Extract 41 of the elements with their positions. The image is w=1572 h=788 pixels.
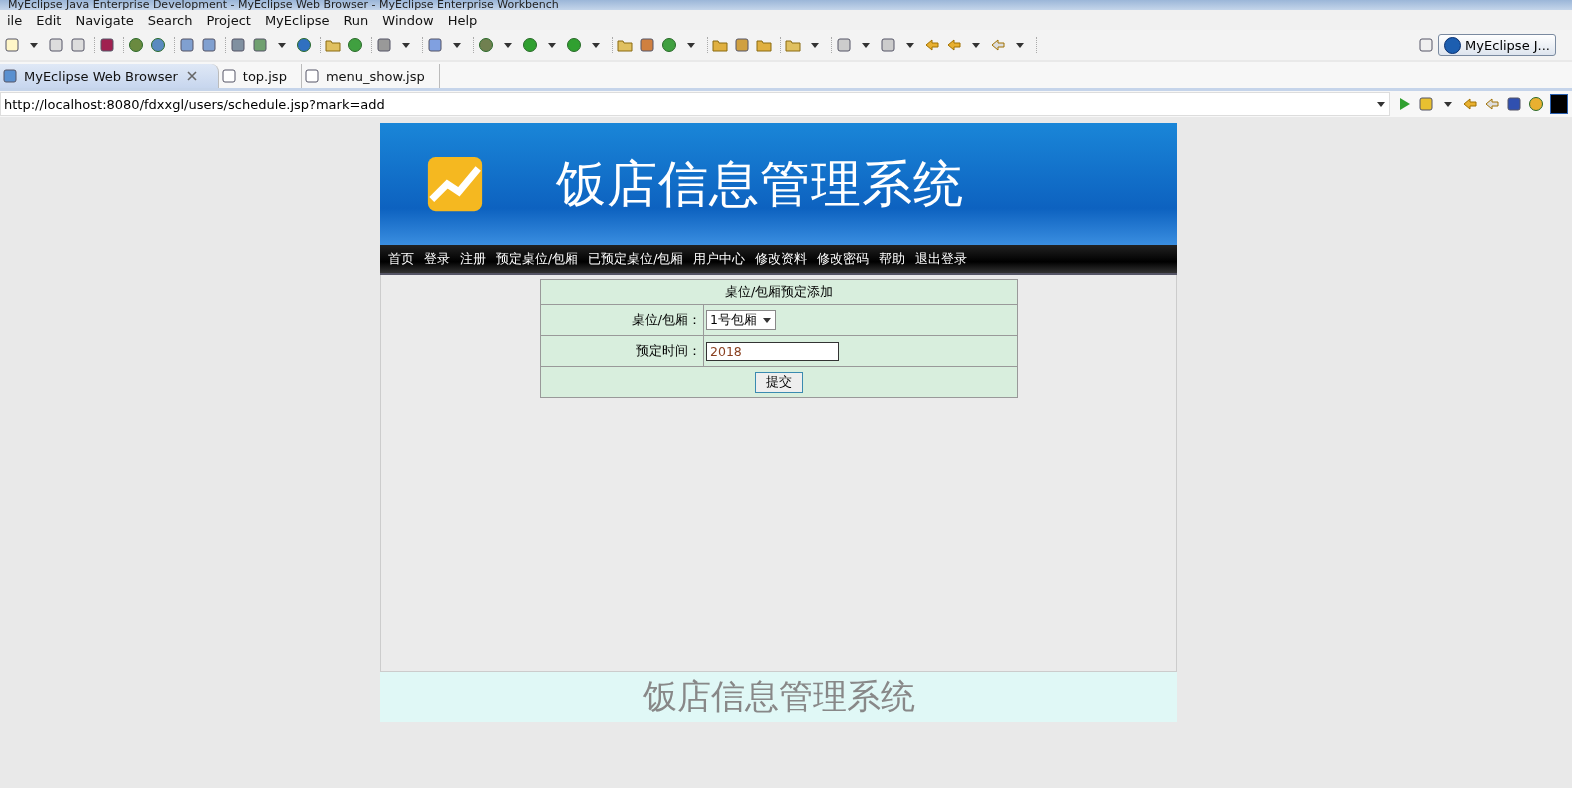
menu-item[interactable]: Edit [29, 12, 69, 28]
nav-link[interactable]: 用户中心 [693, 250, 746, 268]
footer-title: 饭店信息管理系统 [642, 675, 915, 718]
menu-item[interactable]: Project [199, 12, 258, 28]
nav-link[interactable]: 预定桌位/包厢 [496, 250, 579, 268]
nav-link[interactable]: 首页 [388, 250, 414, 268]
submit-button[interactable]: 提交 [755, 371, 803, 393]
menu-item[interactable]: ile [0, 12, 30, 28]
menu-item[interactable]: Navigate [68, 12, 141, 28]
form-title: 桌位/包厢预定添加 [540, 279, 1018, 305]
address-field[interactable]: http://localhost:8080/fdxxgl/users/schedule.jsp?mark=add [0, 92, 1390, 116]
menu-item[interactable]: Help [440, 12, 485, 28]
nav-link[interactable]: 已预定桌位/包厢 [588, 250, 684, 268]
forward-icon[interactable] [1484, 96, 1500, 112]
window-title: MyEclipse Java Enterprise Development - MyEclipse Web Browser - MyEclipse Enterprise Workbench [7, 0, 560, 10]
menu-item[interactable]: Search [140, 12, 200, 28]
room-select[interactable]: 1号包厢 [706, 310, 776, 330]
field-label: 桌位/包厢： [540, 304, 704, 336]
nav-link[interactable]: 登录 [424, 250, 450, 268]
nav-link[interactable]: 修改资料 [755, 250, 808, 268]
nav-link[interactable]: 修改密码 [817, 250, 870, 268]
folder-icon[interactable] [756, 37, 772, 53]
back-icon[interactable] [924, 37, 940, 53]
folder-icon[interactable] [785, 37, 801, 53]
logo-icon [1444, 36, 1462, 54]
folder-icon[interactable] [712, 37, 728, 53]
perspective-button[interactable]: MyEclipse J... [1438, 34, 1556, 56]
field-label: 预定时间： [540, 335, 704, 367]
menu-item[interactable]: MyEclipse [257, 12, 337, 28]
menu-item[interactable]: Window [375, 12, 441, 28]
nav-link[interactable]: 注册 [460, 250, 486, 268]
forward-icon[interactable] [990, 37, 1006, 53]
nav-link[interactable]: 帮助 [879, 250, 906, 268]
editor-tab[interactable]: MyEclipse Web Browser [0, 64, 219, 88]
nav-link[interactable]: 退出登录 [915, 250, 968, 268]
folder-icon[interactable] [325, 37, 341, 53]
back-icon[interactable] [1462, 96, 1478, 112]
menu-item[interactable]: Run [336, 12, 376, 28]
back-icon[interactable] [946, 37, 962, 53]
banner-title: 饭店信息管理系统 [556, 153, 964, 215]
time-input[interactable]: 2018 [706, 341, 839, 361]
